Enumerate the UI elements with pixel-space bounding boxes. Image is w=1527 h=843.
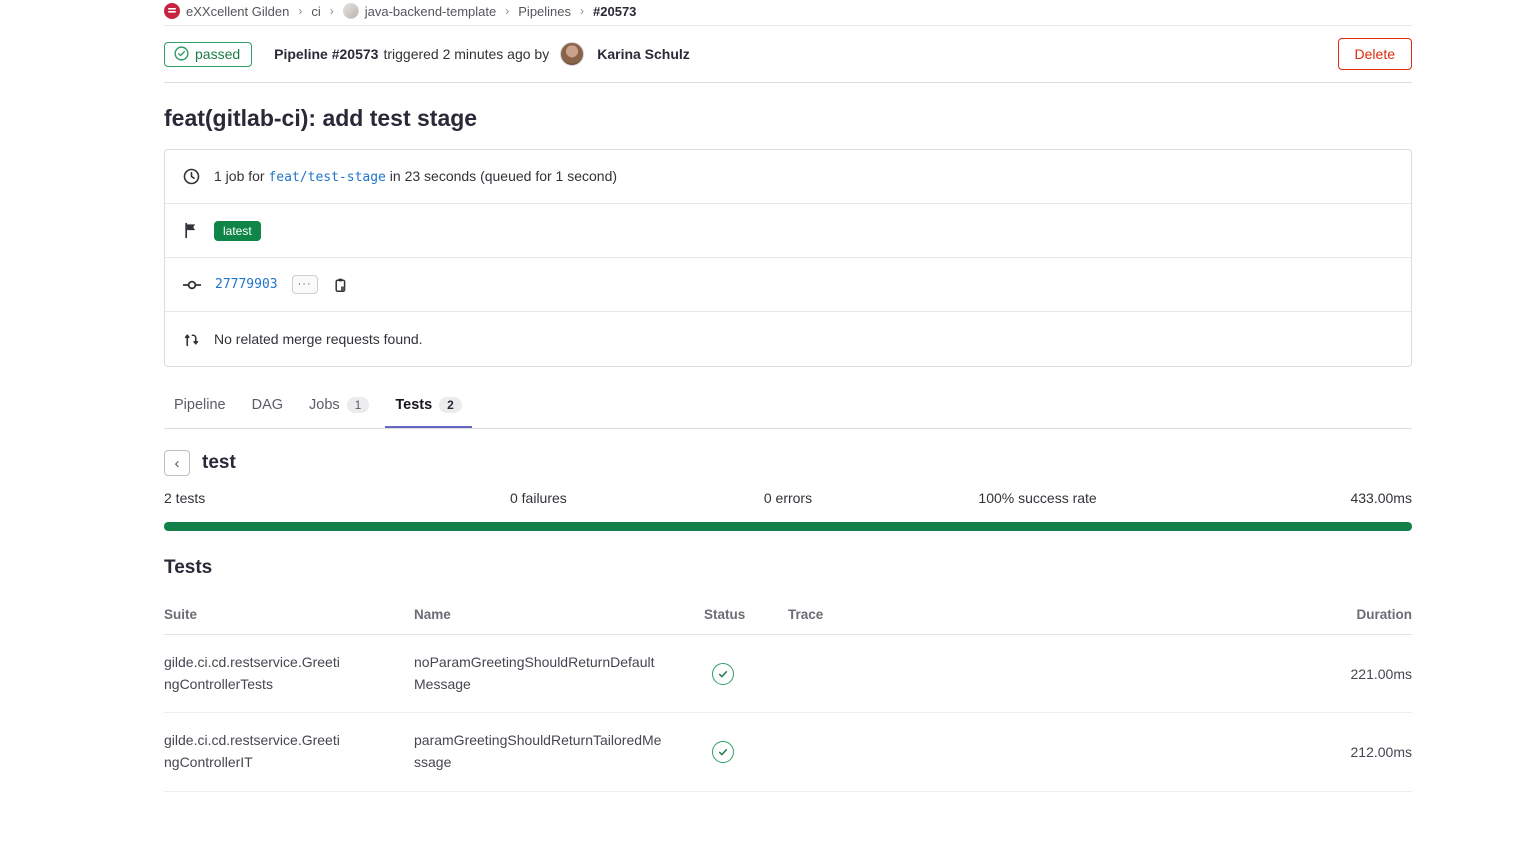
suite-header: ‹ test	[164, 450, 1412, 476]
commit-icon	[183, 276, 201, 294]
delete-button[interactable]: Delete	[1338, 38, 1412, 70]
status-success-icon	[712, 663, 734, 685]
test-status-cell	[704, 741, 788, 763]
breadcrumb-group-label: eXXcellent Gilden	[186, 4, 289, 19]
test-name-cell: noParamGreetingShouldReturnDefaultMessag…	[414, 652, 664, 695]
test-suite-cell: gilde.ci.cd.restservice.GreetingControll…	[164, 730, 342, 773]
pipeline-title: Pipeline #20573 triggered 2 minutes ago …	[274, 42, 690, 66]
breadcrumb-project[interactable]: java-backend-template	[343, 3, 497, 19]
tests-table-header: Suite Name Status Trace Duration	[164, 597, 1412, 635]
suite-name: test	[202, 452, 236, 474]
suite-summary: 2 tests 0 failures 0 errors 100% success…	[164, 490, 1412, 506]
pipeline-header: passed Pipeline #20573 triggered 2 minut…	[164, 26, 1412, 83]
breadcrumb-pipelines-label: Pipelines	[518, 4, 571, 19]
breadcrumb-separator: ›	[580, 4, 584, 18]
pipeline-number: Pipeline #20573	[274, 46, 378, 62]
breadcrumb-subgroup[interactable]: ci	[311, 4, 320, 19]
summary-tests: 2 tests	[164, 490, 414, 506]
merge-request-icon	[183, 331, 200, 348]
tests-table: Suite Name Status Trace Duration gilde.c…	[164, 597, 1412, 792]
chevron-left-icon: ‹	[175, 456, 180, 471]
project-avatar-icon	[343, 3, 359, 19]
latest-badge[interactable]: latest	[214, 221, 261, 241]
test-name-cell: paramGreetingShouldReturnTailoredMessage	[414, 730, 664, 773]
commit-row: 27779903 ···	[165, 258, 1411, 312]
column-name: Name	[414, 607, 704, 622]
breadcrumb-separator: ›	[298, 4, 302, 18]
flag-icon	[183, 222, 200, 239]
check-circle-icon	[174, 46, 189, 61]
summary-errors: 0 errors	[663, 490, 913, 506]
branch-link[interactable]: feat/test-stage	[268, 170, 385, 185]
breadcrumb: eXXcellent Gilden › ci › java-backend-te…	[164, 0, 1412, 26]
back-button[interactable]: ‹	[164, 450, 190, 476]
breadcrumb-separator: ›	[330, 4, 334, 18]
merge-requests-row: No related merge requests found.	[165, 312, 1411, 366]
tab-tests-label: Tests	[395, 397, 432, 413]
breadcrumb-group[interactable]: eXXcellent Gilden	[164, 3, 289, 19]
commit-title: feat(gitlab-ci): add test stage	[164, 105, 1412, 132]
tab-tests[interactable]: Tests 2	[385, 385, 472, 428]
test-status-cell	[704, 663, 788, 685]
table-row: gilde.ci.cd.restservice.GreetingControll…	[164, 713, 1412, 791]
commit-sha-link[interactable]: 27779903	[215, 277, 278, 292]
summary-success-rate: 100% success rate	[913, 490, 1163, 506]
job-time-text: in 23 seconds (queued for 1 second)	[390, 168, 617, 184]
tab-pipeline[interactable]: Pipeline	[164, 385, 236, 428]
summary-duration: 433.00ms	[1162, 490, 1412, 506]
tests-heading: Tests	[164, 557, 1412, 579]
breadcrumb-pipelines[interactable]: Pipelines	[518, 4, 571, 19]
column-suite: Suite	[164, 607, 414, 622]
test-suite-cell: gilde.ci.cd.restservice.GreetingControll…	[164, 652, 342, 695]
copy-commit-icon[interactable]	[332, 277, 348, 293]
job-duration-row: 1 job for feat/test-stage in 23 seconds …	[165, 150, 1411, 204]
pipeline-page: eXXcellent Gilden › ci › java-backend-te…	[164, 0, 1412, 792]
tests-count-badge: 2	[439, 397, 462, 413]
group-avatar-icon	[164, 3, 180, 19]
summary-failures: 0 failures	[414, 490, 664, 506]
tab-jobs[interactable]: Jobs 1	[299, 385, 379, 428]
pipeline-tabs: Pipeline DAG Jobs 1 Tests 2	[164, 385, 1412, 429]
pipeline-status-badge[interactable]: passed	[164, 42, 252, 67]
tab-jobs-label: Jobs	[309, 397, 340, 413]
author-avatar[interactable]	[560, 42, 584, 66]
column-duration: Duration	[1292, 607, 1412, 622]
test-duration-cell: 221.00ms	[1292, 666, 1412, 682]
pipeline-info-box: 1 job for feat/test-stage in 23 seconds …	[164, 149, 1412, 367]
column-status: Status	[704, 607, 788, 622]
pipeline-status-label: passed	[195, 46, 240, 62]
tab-dag[interactable]: DAG	[242, 385, 293, 428]
tab-pipeline-label: Pipeline	[174, 397, 226, 413]
merge-requests-text: No related merge requests found.	[214, 331, 423, 347]
expand-commit-button[interactable]: ···	[292, 275, 318, 294]
tab-dag-label: DAG	[252, 397, 283, 413]
status-success-icon	[712, 741, 734, 763]
job-duration-text: 1 job for feat/test-stage in 23 seconds …	[214, 168, 617, 185]
column-trace: Trace	[788, 607, 1292, 622]
breadcrumb-subgroup-label: ci	[311, 4, 320, 19]
success-progress-fill	[164, 522, 1412, 531]
latest-row: latest	[165, 204, 1411, 258]
author-name[interactable]: Karina Schulz	[597, 46, 690, 62]
success-progress-bar	[164, 522, 1412, 531]
test-duration-cell: 212.00ms	[1292, 744, 1412, 760]
table-row: gilde.ci.cd.restservice.GreetingControll…	[164, 635, 1412, 713]
job-count-text: 1 job for	[214, 168, 265, 184]
pipeline-triggered-text: triggered 2 minutes ago by	[383, 46, 549, 62]
breadcrumb-pipeline-id: #20573	[593, 4, 636, 19]
clock-icon	[183, 168, 200, 185]
breadcrumb-project-label: java-backend-template	[365, 4, 497, 19]
breadcrumb-separator: ›	[505, 4, 509, 18]
jobs-count-badge: 1	[347, 397, 370, 413]
